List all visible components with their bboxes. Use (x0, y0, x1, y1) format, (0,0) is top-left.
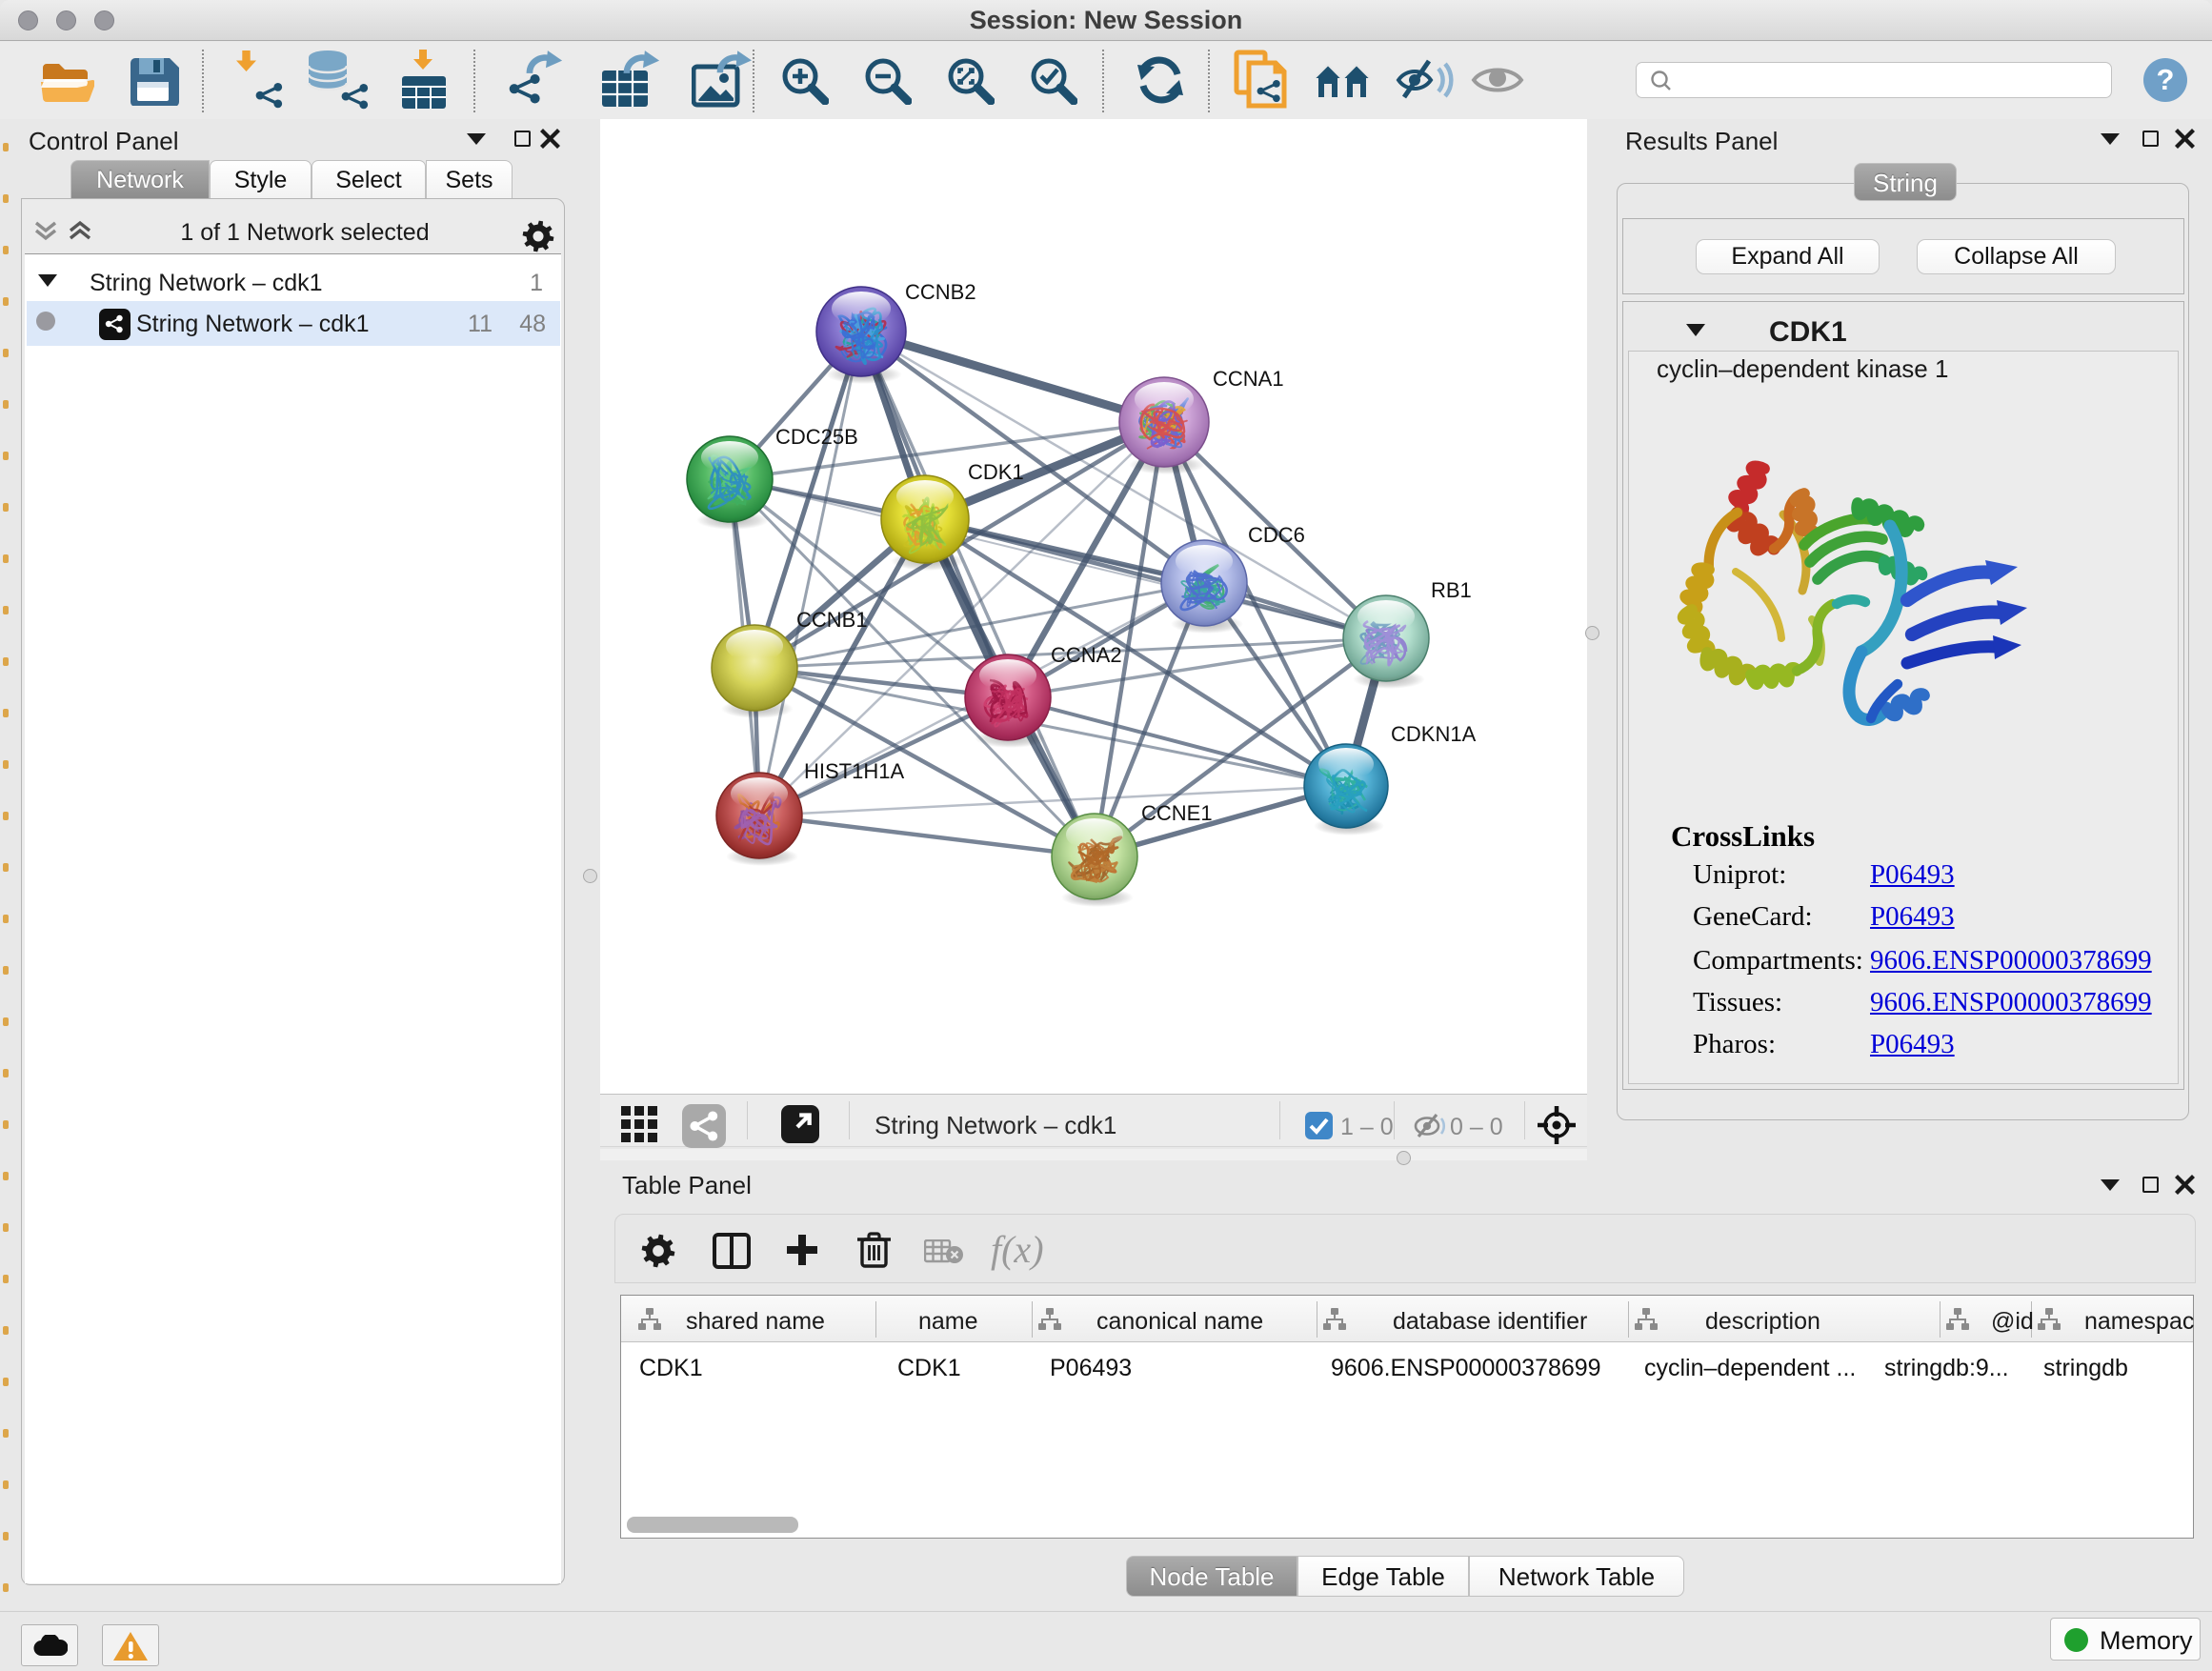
svg-text:CDKN1A: CDKN1A (1391, 722, 1477, 746)
svg-text:RB1: RB1 (1431, 578, 1472, 602)
svg-text:CCNA2: CCNA2 (1051, 643, 1122, 667)
svg-text:HIST1H1A: HIST1H1A (804, 759, 904, 783)
svg-text:CCNE1: CCNE1 (1141, 801, 1213, 825)
svg-text:CCNB1: CCNB1 (796, 608, 868, 632)
svg-text:CCNB2: CCNB2 (905, 280, 976, 304)
svg-text:CCNA1: CCNA1 (1213, 367, 1284, 391)
svg-text:CDC6: CDC6 (1248, 523, 1305, 547)
svg-text:CDC25B: CDC25B (775, 425, 858, 449)
svg-text:CDK1: CDK1 (968, 460, 1024, 484)
